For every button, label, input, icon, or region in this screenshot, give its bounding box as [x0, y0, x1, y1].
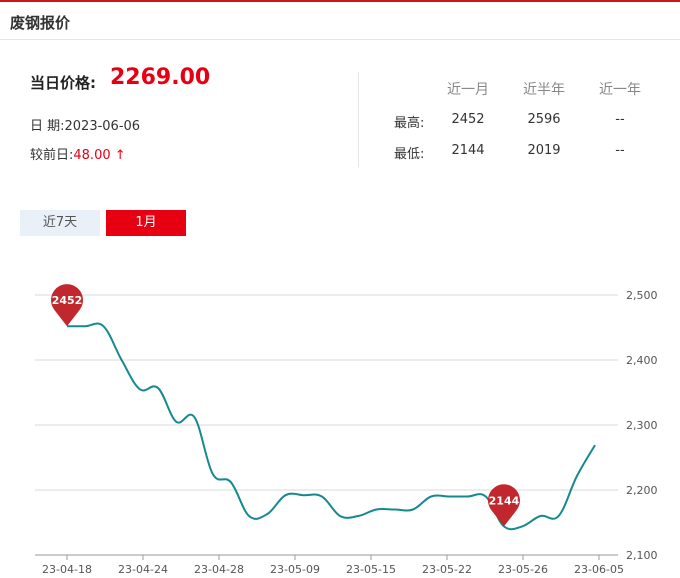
- stats-cell: 2019: [527, 143, 561, 158]
- date-label: 日 期:: [30, 119, 65, 134]
- x-tick-label: 23-04-24: [118, 563, 168, 576]
- price-label: 当日价格:: [30, 74, 96, 92]
- change-value: 48.00 ↑: [73, 148, 126, 163]
- stats-cell: --: [615, 143, 625, 158]
- date-row: 日 期:2023-06-06: [30, 115, 140, 134]
- x-tick-label: 23-05-22: [422, 563, 472, 576]
- y-tick-label: 2,500: [626, 289, 658, 302]
- header: 废钢报价: [0, 2, 680, 40]
- x-tick-label: 23-04-28: [194, 563, 244, 576]
- stats-col-header: 近半年: [523, 82, 565, 98]
- price-value: 2269.00: [110, 65, 211, 90]
- stats-col-header: 近一月: [447, 82, 489, 98]
- pin-label: 2144: [489, 494, 520, 507]
- x-tick-label: 23-04-18: [42, 563, 92, 576]
- stats-cell: 2452: [451, 112, 485, 127]
- stats-cell: 2144: [451, 143, 485, 158]
- tab-7-days[interactable]: 近7天: [20, 210, 100, 236]
- change-row: 较前日:48.00 ↑: [30, 144, 126, 163]
- x-tick-label: 23-06-05: [574, 563, 624, 576]
- stats-cell: --: [615, 112, 625, 127]
- x-tick-label: 23-05-15: [346, 563, 396, 576]
- x-tick-label: 23-05-09: [270, 563, 320, 576]
- change-label: 较前日:: [30, 148, 74, 163]
- y-tick-label: 2,200: [626, 484, 658, 497]
- y-tick-label: 2,100: [626, 549, 658, 562]
- x-tick-label: 23-05-26: [498, 563, 548, 576]
- y-tick-label: 2,300: [626, 419, 658, 432]
- price-line-chart: 2,100 2,200 2,300 2,400 2,500 23-04-18 23-04-2…: [35, 284, 658, 576]
- date-value: 2023-06-06: [64, 119, 141, 134]
- stats-col-header: 近一年: [599, 82, 641, 98]
- tab-1-month[interactable]: 1月: [106, 210, 186, 236]
- stats-cell: 2596: [527, 112, 561, 127]
- page-title: 废钢报价: [10, 14, 71, 32]
- y-tick-label: 2,400: [626, 354, 658, 367]
- summary-divider: [358, 72, 359, 167]
- pin-label: 2452: [52, 294, 83, 307]
